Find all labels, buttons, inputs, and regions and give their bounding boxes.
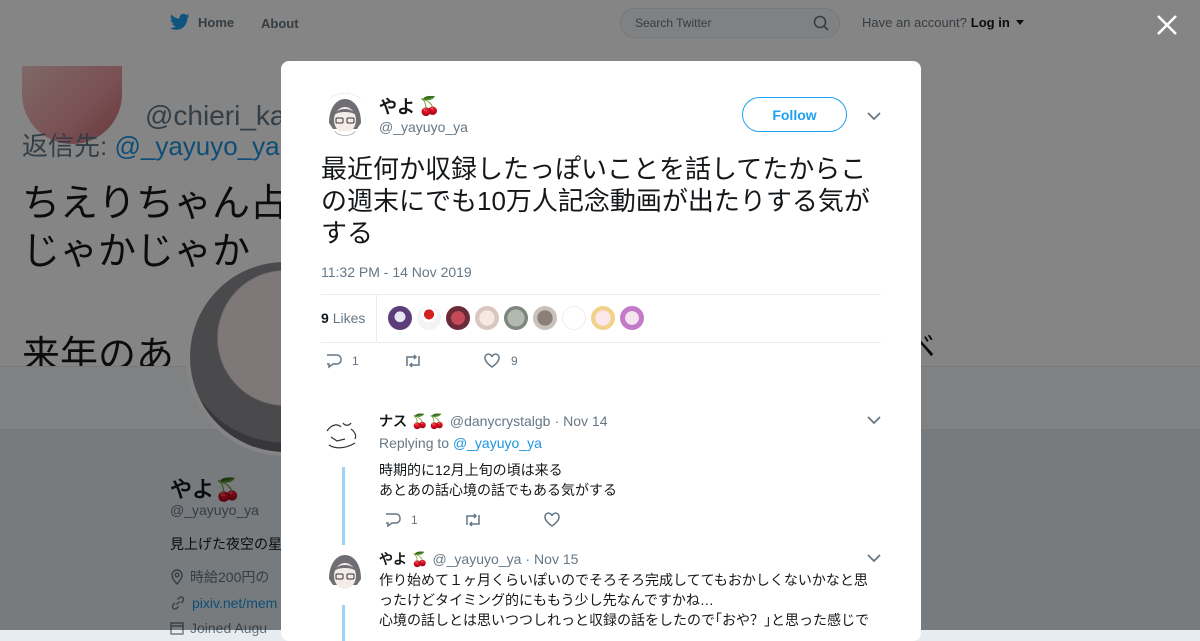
reply-tweet[interactable]: やよ 🍒 @_yayuyo_ya · Nov 15 作り始めて１ヶ月くらいぽいの… (321, 549, 881, 641)
tweet-modal: やよ 🍒 @_yayuyo_ya Follow 最近何か収録したっぽいことを話し… (281, 61, 921, 641)
liker-avatar[interactable] (417, 306, 441, 330)
reply-text: 時期的に12月上旬の頃は来る あとあの話心境の話でもある気がする (379, 460, 879, 500)
replying-to-label: Replying to (379, 435, 450, 451)
author-handle[interactable]: @_yayuyo_ya (379, 119, 468, 135)
likes-stat[interactable]: 9 Likes (321, 310, 365, 326)
author-avatar[interactable] (321, 93, 369, 141)
liker-avatar[interactable] (504, 306, 528, 330)
tweet-timestamp[interactable]: 11:32 PM - 14 Nov 2019 (321, 264, 472, 280)
reply-author-handle[interactable]: @_yayuyo_ya (432, 551, 521, 567)
reply-date[interactable]: Nov 14 (563, 413, 607, 429)
liker-avatar[interactable] (388, 306, 412, 330)
tweet-text: 最近何か収録したっぽいことを話してたからこの週末にでも10万人記念動画が出たりす… (321, 154, 870, 248)
replying-to: Replying to @_yayuyo_ya (379, 435, 542, 451)
retweet-icon (466, 513, 480, 527)
close-icon[interactable] (1154, 12, 1180, 38)
reply-author-avatar[interactable] (321, 411, 369, 459)
stats-divider (376, 295, 377, 342)
reply-count: 1 (352, 354, 359, 368)
likes-label: Likes (332, 310, 366, 326)
reply-text-line: 時期的に12月上旬の頃は来る (379, 462, 563, 478)
tweet-stats: 9 Likes (321, 294, 881, 343)
cherry-emoji-icon: 🍒🍒 (411, 412, 446, 429)
liker-avatar[interactable] (533, 306, 557, 330)
reply-icon (327, 354, 342, 369)
thread-line (342, 467, 345, 545)
author-name[interactable]: やよ 🍒 (379, 93, 440, 119)
cherry-emoji-icon: 🍒 (418, 95, 441, 116)
reply-date[interactable]: Nov 15 (534, 551, 578, 567)
liker-avatar[interactable] (591, 306, 615, 330)
reply-author-avatar[interactable] (321, 549, 369, 597)
reply-count: 1 (411, 513, 418, 527)
like-count: 9 (511, 354, 518, 368)
liker-avatar[interactable] (620, 306, 644, 330)
reply-tweet[interactable]: ナス 🍒🍒 @danycrystalgb · Nov 14 Replying t… (321, 411, 881, 551)
heart-icon (484, 353, 500, 368)
reply-text-line: あとあの話心境の話でもある気がする (379, 482, 617, 498)
reply-text-line: 作り始めて１ヶ月くらいぽいのでそろそろ完成しててもおかしくないかなと思ったけどタ… (379, 572, 868, 608)
reply-header: ナス 🍒🍒 @danycrystalgb · Nov 14 (379, 411, 608, 431)
reply-action[interactable]: 1 (383, 512, 418, 528)
reply-author-name[interactable]: やよ (379, 549, 407, 569)
reply-icon (386, 513, 401, 528)
retweet-icon (406, 354, 420, 368)
like-action[interactable]: 9 (483, 353, 518, 369)
reply-text: 作り始めて１ヶ月くらいぽいのでそろそろ完成しててもおかしくないかなと思ったけどタ… (379, 570, 879, 630)
separator-dot: · (554, 413, 560, 429)
reply-text-line: 心境の話しとは思いつつしれっと収録の話をしたので｢おや？｣と思った感じで (379, 612, 869, 628)
reply-actions: 1 (383, 512, 883, 530)
replying-to-handle[interactable]: @_yayuyo_ya (453, 435, 542, 451)
reply-author-handle[interactable]: @danycrystalgb (450, 413, 551, 429)
thread-line (342, 605, 345, 641)
chevron-down-icon[interactable] (867, 112, 881, 121)
follow-button[interactable]: Follow (742, 97, 847, 132)
retweet-action[interactable] (463, 512, 483, 528)
liker-avatar[interactable] (446, 306, 470, 330)
liker-avatar[interactable] (475, 306, 499, 330)
chevron-down-icon[interactable] (867, 416, 881, 425)
like-action[interactable] (543, 512, 561, 528)
reply-author-name[interactable]: ナス (379, 411, 407, 431)
reply-header: やよ 🍒 @_yayuyo_ya · Nov 15 (379, 549, 578, 569)
retweet-action[interactable] (403, 353, 423, 369)
likes-count: 9 (321, 310, 329, 326)
tweet-actions: 1 9 (321, 353, 881, 373)
heart-icon (544, 512, 560, 527)
author-name-text: やよ (379, 97, 415, 117)
separator-dot: · (525, 551, 531, 567)
cherry-emoji-icon: 🍒 (411, 550, 429, 567)
chevron-down-icon[interactable] (867, 554, 881, 563)
likers-avatars (388, 306, 644, 330)
reply-action[interactable]: 1 (324, 353, 359, 369)
liker-avatar[interactable] (562, 306, 586, 330)
